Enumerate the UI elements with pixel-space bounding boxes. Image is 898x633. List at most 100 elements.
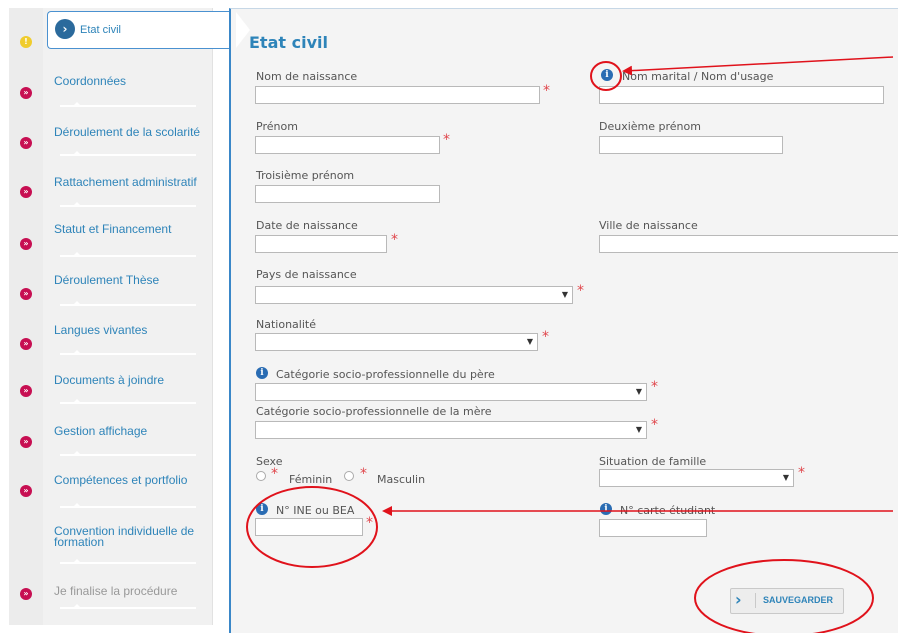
info-icon[interactable]: i <box>600 503 612 515</box>
sidebar-item-label: Coordonnées <box>54 74 127 88</box>
sidebar-item-underline <box>60 350 196 355</box>
csp-mere-label: Catégorie socio-professionnelle de la mè… <box>256 405 492 418</box>
sidebar-item-label: Documents à joindre <box>54 373 165 387</box>
button-separator <box>755 593 756 608</box>
nom-marital-input[interactable] <box>599 86 884 104</box>
dropdown-arrow-icon: ▼ <box>635 387 642 396</box>
nom-naissance-input[interactable] <box>255 86 540 104</box>
sidebar-item-underline <box>60 202 196 207</box>
sidebar-item-deroulement-these[interactable]: Déroulement Thèse <box>43 266 213 311</box>
sidebar-item-label: Déroulement Thèse <box>54 273 160 287</box>
sidebar-item-underline <box>60 559 196 564</box>
step-status-icon: » <box>20 186 32 198</box>
sidebar-item-label: Compétences et portfolio <box>54 473 188 487</box>
required-marker: * <box>651 417 658 433</box>
sidebar-item-finalise[interactable]: Je finalise la procédure <box>43 577 213 622</box>
required-marker: * <box>271 466 278 482</box>
sidebar-item-rattachement[interactable]: Rattachement administratif <box>43 168 213 213</box>
required-marker: * <box>542 329 549 345</box>
situation-famille-label: Situation de famille <box>599 455 707 468</box>
step-status-icon: » <box>20 338 32 350</box>
sidebar-item-etat-civil[interactable]: › Etat civil <box>47 11 252 49</box>
sidebar-item-label: Gestion affichage <box>54 424 148 438</box>
dropdown-arrow-icon: ▼ <box>635 425 642 434</box>
troisieme-prenom-input[interactable] <box>255 185 440 203</box>
sidebar-item-underline <box>60 604 196 609</box>
csp-mere-select[interactable]: ▼ <box>255 421 647 439</box>
troisieme-prenom-label: Troisième prénom <box>256 169 355 182</box>
nationalite-label: Nationalité <box>256 318 316 331</box>
chevron-right-icon: › <box>55 19 75 39</box>
masculin-radio[interactable] <box>344 471 354 481</box>
save-button[interactable]: › SAUVEGARDER <box>730 588 844 614</box>
feminin-radio[interactable] <box>256 471 266 481</box>
situation-famille-select[interactable]: ▼ <box>599 469 794 487</box>
sidebar-item-langues-vivantes[interactable]: Langues vivantes <box>43 316 213 361</box>
sidebar-item-underline <box>60 301 196 306</box>
sidebar-item-label: Rattachement administratif <box>54 175 197 189</box>
ine-label: N° INE ou BEA <box>276 504 355 517</box>
chevron-right-icon: › <box>735 590 742 609</box>
ine-input[interactable] <box>255 518 363 536</box>
dropdown-arrow-icon: ▼ <box>526 337 533 346</box>
step-status-icon: » <box>20 485 32 497</box>
required-marker: * <box>577 283 584 299</box>
sidebar-item-label: Convention individuelle de formation <box>54 524 195 549</box>
required-marker: * <box>651 379 658 395</box>
prenom-input[interactable] <box>255 136 440 154</box>
page-title: Etat civil <box>249 33 328 52</box>
sidebar-item-deroulement-scolarite[interactable]: Déroulement de la scolarité <box>43 118 213 163</box>
required-marker: * <box>360 466 367 482</box>
step-status-icon: » <box>20 588 32 600</box>
sidebar-icon-strip <box>9 8 43 625</box>
sidebar-item-documents[interactable]: Documents à joindre <box>43 366 213 411</box>
required-marker: * <box>366 515 373 531</box>
info-icon[interactable]: i <box>256 367 268 379</box>
date-naissance-input[interactable] <box>255 235 387 253</box>
feminin-label: Féminin <box>289 473 333 486</box>
prenom-label: Prénom <box>256 120 298 133</box>
date-naissance-label: Date de naissance <box>256 219 358 232</box>
ville-naissance-label: Ville de naissance <box>599 219 698 232</box>
sidebar-item-competences[interactable]: Compétences et portfolio <box>43 466 213 511</box>
sidebar-item-underline <box>60 151 196 156</box>
dropdown-arrow-icon: ▼ <box>561 290 568 299</box>
sidebar-item-convention[interactable]: Convention individuelle de formation <box>43 518 213 578</box>
sidebar-item-label: Je finalise la procédure <box>54 584 178 598</box>
nationalite-select[interactable]: ▼ <box>255 333 538 351</box>
info-icon[interactable]: i <box>256 503 268 515</box>
pays-naissance-select[interactable]: ▼ <box>255 286 573 304</box>
sidebar-item-label: Etat civil <box>80 24 121 36</box>
sidebar-item-underline <box>60 503 196 508</box>
carte-etudiant-input[interactable] <box>599 519 707 537</box>
required-marker: * <box>391 232 398 248</box>
step-status-icon: » <box>20 238 32 250</box>
nom-marital-label: Nom marital / Nom d'usage <box>622 70 774 83</box>
pays-naissance-label: Pays de naissance <box>256 268 357 281</box>
csp-pere-select[interactable]: ▼ <box>255 383 647 401</box>
sidebar-item-underline <box>60 399 196 404</box>
required-marker: * <box>543 83 550 99</box>
sidebar-item-gestion-affichage[interactable]: Gestion affichage <box>43 417 213 462</box>
info-icon[interactable]: i <box>601 69 613 81</box>
dropdown-arrow-icon: ▼ <box>782 473 789 482</box>
step-status-icon: » <box>20 137 32 149</box>
sidebar-item-label: Déroulement de la scolarité <box>54 125 201 139</box>
sexe-label: Sexe <box>256 455 283 468</box>
masculin-label: Masculin <box>377 473 426 486</box>
step-status-icon: » <box>20 87 32 99</box>
step-status-icon: » <box>20 436 32 448</box>
sidebar-item-coordonnees[interactable]: Coordonnées <box>43 67 213 112</box>
warning-icon: ! <box>20 36 32 48</box>
nom-naissance-label: Nom de naissance <box>256 70 358 83</box>
step-status-icon: » <box>20 288 32 300</box>
sidebar-item-label: Statut et Financement <box>54 222 172 236</box>
save-button-label: SAUVEGARDER <box>763 595 834 605</box>
sidebar-item-underline <box>60 102 196 107</box>
required-marker: * <box>443 132 450 148</box>
sidebar-item-label: Langues vivantes <box>54 323 148 337</box>
step-status-icon: » <box>20 385 32 397</box>
deuxieme-prenom-input[interactable] <box>599 136 783 154</box>
sidebar-item-statut-financement[interactable]: Statut et Financement <box>43 215 213 260</box>
ville-naissance-input[interactable] <box>599 235 898 253</box>
